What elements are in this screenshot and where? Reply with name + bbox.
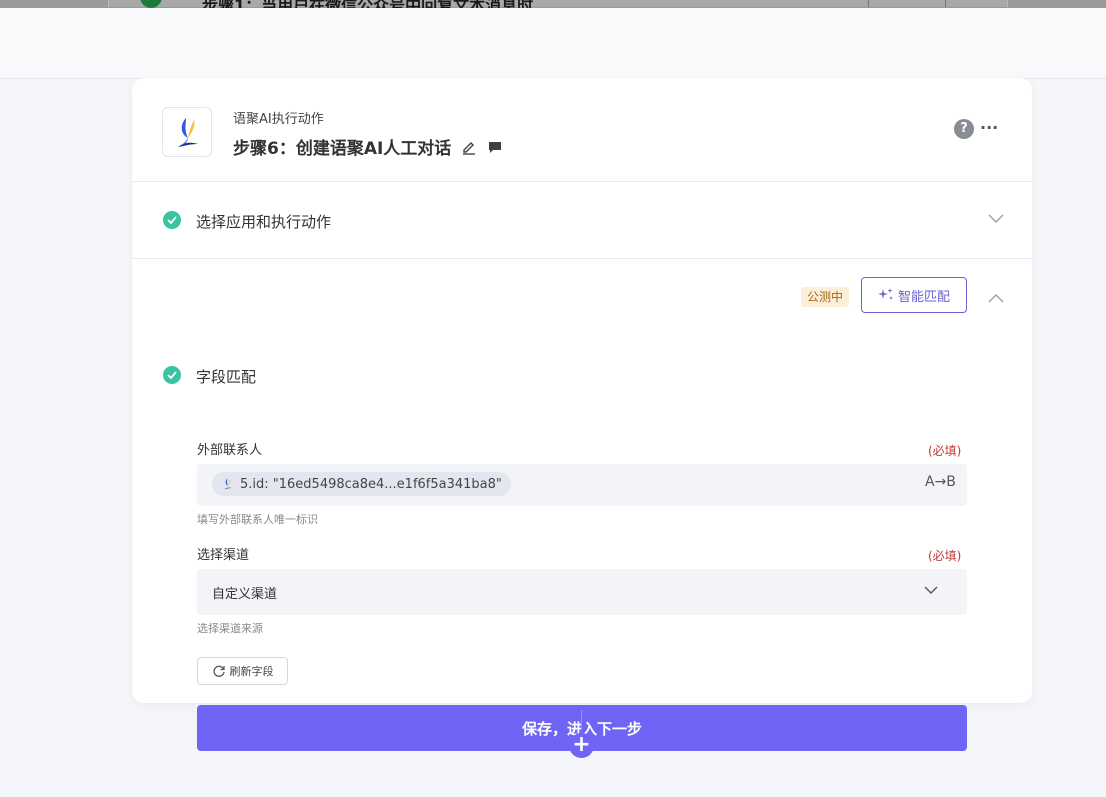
app-action-section[interactable]: 选择应用和执行动作 — [132, 182, 1032, 259]
smart-match-label: 智能匹配 — [897, 289, 950, 305]
success-check-icon — [163, 366, 181, 384]
butterfly-logo-icon — [178, 118, 198, 147]
contact-value-text: 5.id: "16ed5498ca8e4...e1f6f5a341ba8" — [240, 476, 502, 492]
previous-step-edit-button[interactable]: 编辑 — [868, 0, 946, 7]
previous-step-title: 步骤1：当用户在微信公众号中回复文本消息时 — [202, 0, 533, 8]
contact-field[interactable]: 5.id: "16ed5498ca8e4...e1f6f5a341ba8" A→… — [197, 464, 967, 506]
refresh-fields-label: 刷新字段 — [229, 665, 274, 678]
sparkle-icon — [877, 288, 893, 300]
field-mapping-section-title: 字段匹配 — [196, 368, 257, 386]
field-mapping-section: 字段匹配 公测中 智能匹配 外部联系人 (必填) 5.id: "16ed5498… — [132, 259, 1032, 751]
app-logo — [162, 107, 212, 157]
channel-select-value: 自定义渠道 — [212, 587, 278, 602]
channel-select[interactable]: 自定义渠道 — [197, 569, 967, 615]
comment-icon[interactable] — [487, 139, 503, 155]
refresh-fields-button[interactable]: 刷新字段 — [197, 657, 288, 685]
success-check-icon — [163, 211, 181, 229]
app-action-section-title: 选择应用和执行动作 — [196, 213, 332, 231]
contact-required-marker: (必填) — [928, 444, 962, 458]
chevron-down-icon[interactable] — [923, 585, 939, 595]
step-card: 语聚AI执行动作 步骤6：创建语聚AI人工对话 ? ··· 选择应用和执行动作 … — [132, 78, 1032, 751]
contact-field-label: 外部联系人 — [197, 443, 263, 458]
refresh-icon — [212, 665, 225, 677]
channel-required-marker: (必填) — [928, 549, 962, 563]
transform-icon[interactable]: A→B — [925, 474, 956, 490]
contact-field-hint: 填写外部联系人唯一标识 — [197, 513, 318, 526]
top-band — [0, 8, 1106, 79]
flow-connector-line — [581, 710, 582, 730]
contact-value-tag[interactable]: 5.id: "16ed5498ca8e4...e1f6f5a341ba8" — [212, 472, 511, 496]
channel-field-hint: 选择渠道来源 — [197, 622, 263, 635]
step-card-header: 语聚AI执行动作 步骤6：创建语聚AI人工对话 ? ··· — [132, 78, 1032, 182]
smart-match-button[interactable]: 智能匹配 — [861, 277, 967, 313]
chevron-up-icon[interactable] — [988, 293, 1004, 303]
step-title: 步骤6：创建语聚AI人工对话 — [233, 134, 503, 159]
channel-field-label: 选择渠道 — [197, 548, 250, 563]
beta-badge: 公测中 — [801, 287, 849, 307]
chevron-down-icon[interactable] — [988, 214, 1004, 224]
help-icon[interactable]: ? — [954, 119, 974, 139]
butterfly-logo-icon — [224, 478, 232, 490]
more-options-icon[interactable]: ··· — [980, 118, 1000, 138]
app-action-subtitle: 语聚AI执行动作 — [233, 112, 324, 127]
add-step-button[interactable]: + — [569, 733, 594, 758]
previous-step-card: 步骤1：当用户在微信公众号中回复文本消息时 编辑 — [0, 0, 1106, 8]
edit-pencil-icon[interactable] — [461, 139, 477, 155]
step-title-text: 步骤6：创建语聚AI人工对话 — [233, 139, 452, 159]
